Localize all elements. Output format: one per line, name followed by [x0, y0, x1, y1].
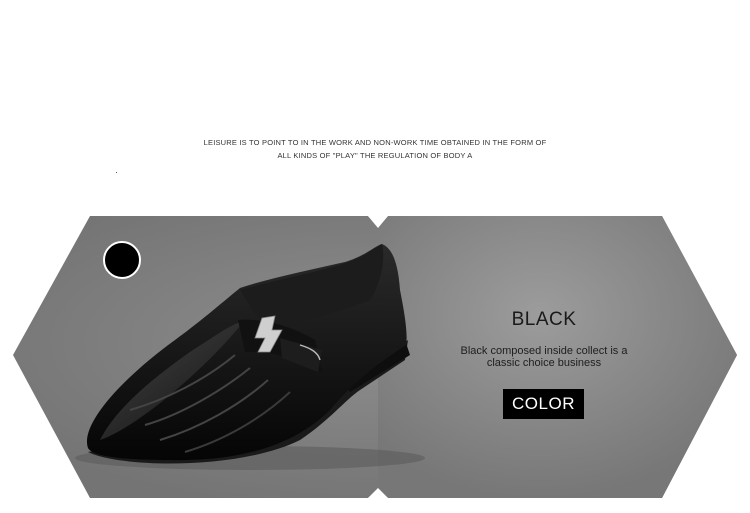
- color-swatch-black[interactable]: [103, 241, 141, 279]
- product-color-section: LEISURE IS TO POINT TO IN THE WORK AND N…: [0, 0, 750, 513]
- color-button[interactable]: COLOR: [503, 389, 584, 419]
- color-description: Black composed inside collect is a class…: [460, 345, 628, 369]
- color-name: BLACK: [511, 309, 577, 330]
